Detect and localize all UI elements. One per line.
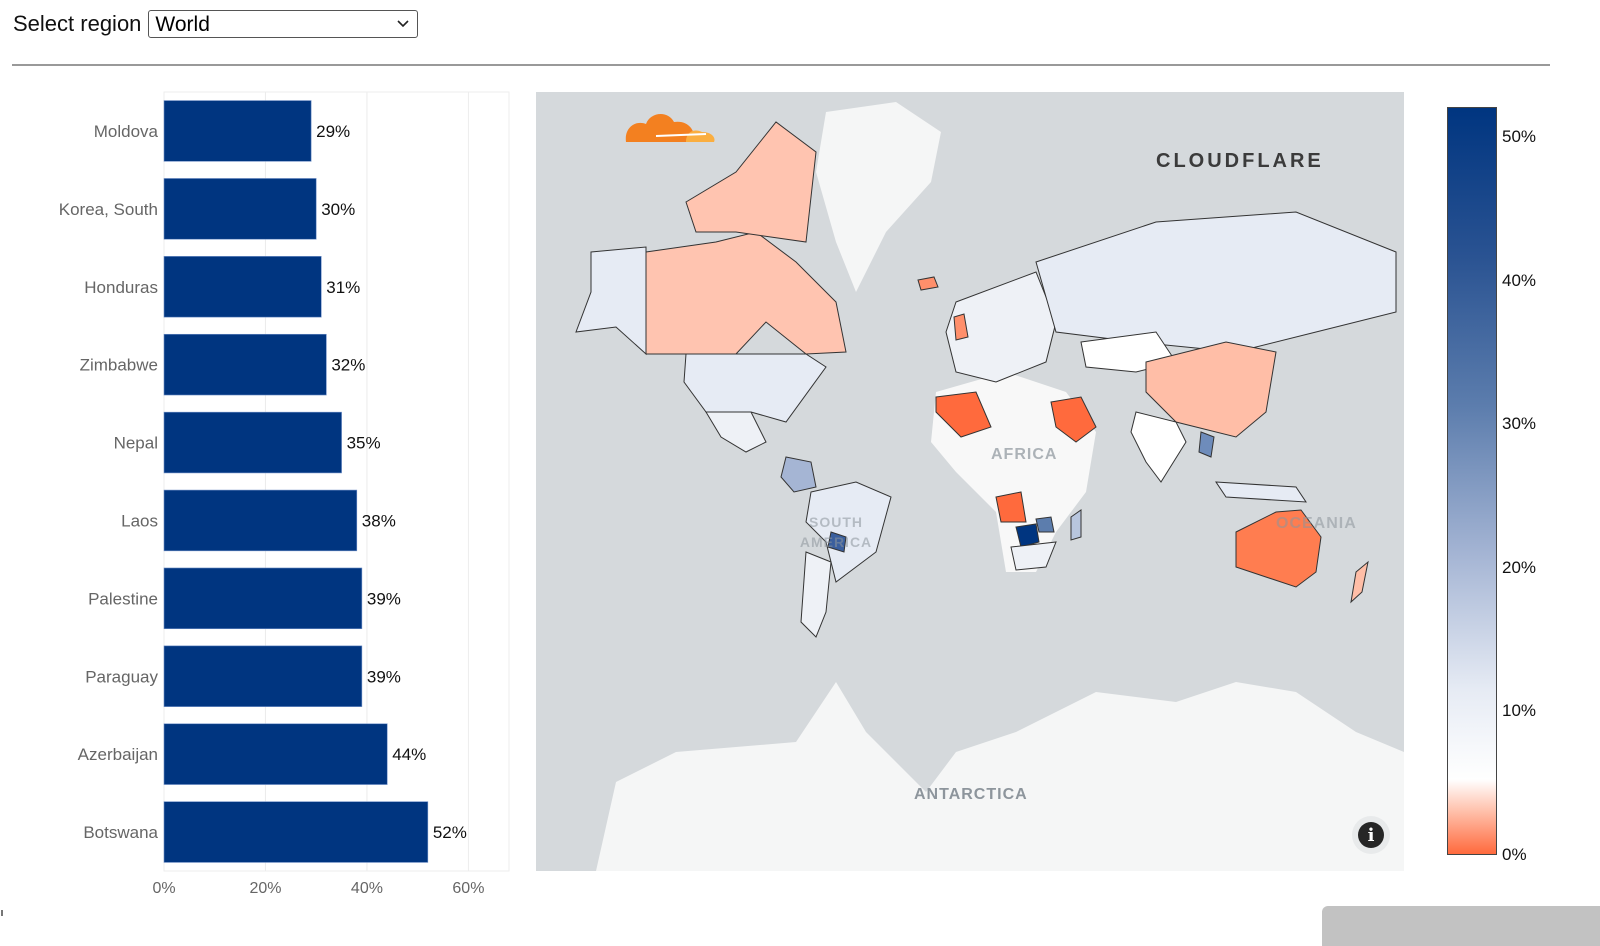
country-colombia[interactable]	[780, 456, 817, 493]
y-category-label: Laos	[121, 511, 158, 530]
colorbar	[1447, 107, 1497, 855]
bar	[163, 411, 342, 474]
country-mexico[interactable]	[705, 411, 767, 453]
country-argentina[interactable]	[800, 551, 832, 638]
bar-chart: 0% 20% 40% 60% Moldova 29% Korea, South 30% Hond…	[59, 91, 510, 897]
info-icon: i	[1358, 822, 1384, 848]
country-new-zealand[interactable]	[1350, 560, 1369, 604]
bar	[163, 645, 363, 707]
country-iceland[interactable]	[917, 276, 939, 291]
data-label: 35%	[347, 434, 381, 453]
map-canvas	[575, 102, 1404, 871]
label-south-america: SOUTH AMERICA	[799, 514, 873, 550]
colorbar-tick-label: 40%	[1502, 270, 1537, 290]
country-alaska[interactable]	[575, 246, 647, 356]
region-select[interactable]: World	[148, 10, 419, 38]
bar	[163, 100, 312, 162]
country-angola[interactable]	[995, 491, 1027, 523]
bottom-panel-tab[interactable]	[1322, 906, 1600, 946]
info-button[interactable]: i	[1352, 816, 1390, 854]
country-zimbabwe[interactable]	[1035, 516, 1055, 533]
x-tick-label: 60%	[452, 880, 484, 897]
country-laos[interactable]	[1198, 431, 1215, 458]
bar	[163, 723, 388, 785]
data-label: 29%	[316, 122, 350, 141]
bar	[163, 801, 429, 863]
data-label: 30%	[321, 200, 355, 219]
divider	[12, 64, 1550, 66]
colorbar-tick-label: 50%	[1502, 127, 1537, 146]
country-canada[interactable]	[645, 231, 847, 355]
data-label: 44%	[392, 745, 426, 764]
data-label: 38%	[362, 511, 396, 530]
bar	[163, 256, 322, 318]
y-category-label: Botswana	[83, 823, 158, 842]
bar	[163, 489, 358, 552]
data-label: 32%	[331, 356, 365, 375]
y-category-label: Korea, South	[59, 200, 158, 219]
bar	[163, 567, 363, 630]
y-category-label: Palestine	[88, 589, 158, 608]
y-category-label: Paraguay	[85, 667, 158, 686]
x-tick-label: 20%	[249, 880, 281, 897]
land-antarctica	[596, 682, 1404, 871]
bar	[163, 333, 327, 396]
country-russia[interactable]	[1035, 211, 1397, 353]
colorbar-tick-label: 0%	[1502, 845, 1527, 864]
y-category-label: Azerbaijan	[78, 745, 158, 764]
world-map[interactable]: ANTARCTICA AFRICA SOUTH AMERICA OCEANIA …	[536, 92, 1404, 871]
x-tick-label: 0%	[152, 880, 175, 897]
country-madagascar[interactable]	[1070, 509, 1082, 541]
data-label: 52%	[433, 823, 467, 842]
colorbar-tick-label: 10%	[1502, 701, 1537, 721]
region-selector: Select region World	[13, 8, 419, 40]
x-tick-label: 40%	[351, 880, 383, 897]
data-label: 39%	[367, 589, 401, 608]
cloudflare-logo-icon	[625, 113, 715, 142]
corner-mark	[1, 910, 3, 916]
y-category-label: Zimbabwe	[80, 356, 158, 375]
colorbar-tick-label: 30%	[1502, 414, 1537, 434]
bar	[163, 178, 317, 240]
data-label: 31%	[326, 278, 360, 297]
y-category-label: Moldova	[94, 122, 159, 141]
label-antarctica: ANTARCTICA	[914, 786, 1028, 803]
region-select-value: World	[155, 13, 210, 36]
y-category-label: Honduras	[84, 278, 158, 297]
land-greenland	[816, 102, 941, 292]
y-category-label: Nepal	[114, 434, 158, 453]
chevron-down-icon	[397, 20, 409, 28]
cloudflare-brand-text: CLOUDFLARE	[1156, 150, 1324, 172]
data-label: 39%	[367, 667, 401, 686]
select-region-label: Select region	[13, 11, 142, 36]
country-indonesia[interactable]	[1215, 481, 1307, 503]
colorbar-tick-label: 20%	[1502, 557, 1537, 577]
country-south-africa[interactable]	[1010, 541, 1057, 571]
label-africa: AFRICA	[991, 446, 1058, 463]
label-oceania: OCEANIA	[1276, 515, 1357, 532]
